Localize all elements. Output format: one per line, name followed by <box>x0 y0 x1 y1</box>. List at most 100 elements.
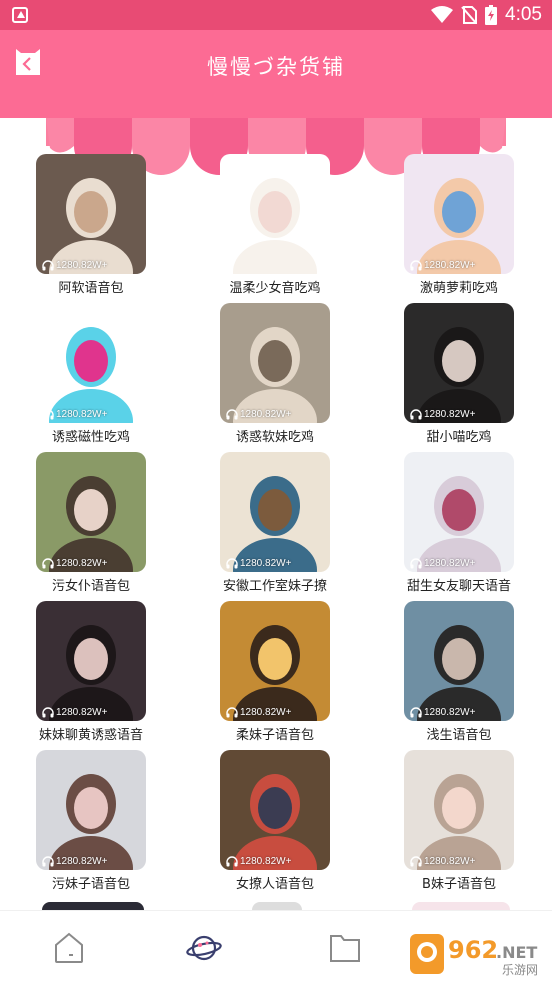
voice-pack-name: 阿软语音包 <box>58 281 124 296</box>
voice-pack-thumbnail[interactable]: 1280.82W+ <box>36 303 146 423</box>
play-count-text: 1280.82W+ <box>56 856 108 867</box>
play-count: 1280.82W+ <box>410 260 475 271</box>
voice-pack-thumbnail[interactable]: 1280.82W+ <box>220 750 330 870</box>
voice-pack-name: 女撩人语音包 <box>235 877 314 892</box>
voice-pack-thumbnail[interactable]: 1280.82W+ <box>404 154 514 274</box>
play-count: 1280.82W+ <box>42 707 107 718</box>
voice-pack-name: 温柔少女音吃鸡 <box>229 281 321 296</box>
play-count: 1280.82W+ <box>226 409 291 420</box>
headphones-icon <box>226 707 238 718</box>
play-count-text: 1280.82W+ <box>240 856 292 867</box>
voice-pack-card[interactable]: 1280.82W+ 污女仆语音包 <box>0 448 150 596</box>
play-count-text: 1280.82W+ <box>424 558 476 569</box>
portrait-placeholder <box>36 154 146 274</box>
voice-pack-card[interactable]: 1280.82W+ 阿软语音包 <box>0 150 150 298</box>
portrait-placeholder <box>36 452 146 572</box>
play-count: 1280.82W+ <box>42 558 107 569</box>
headphones-icon <box>226 558 238 569</box>
voice-pack-thumbnail[interactable]: 1280.82W+ <box>404 750 514 870</box>
play-count-text: 1280.82W+ <box>240 558 292 569</box>
portrait-placeholder <box>220 601 330 721</box>
play-count: 1280.82W+ <box>226 856 291 867</box>
play-count: 1280.82W+ <box>226 707 291 718</box>
portrait-placeholder <box>404 601 514 721</box>
headphones-icon <box>42 558 54 569</box>
no-sim-icon <box>461 6 478 24</box>
voice-pack-card[interactable]: 1280.82W+ B妹子语音包 <box>368 746 518 894</box>
voice-pack-name: B妹子语音包 <box>422 877 496 892</box>
play-count-text: 1280.82W+ <box>240 409 292 420</box>
voice-pack-thumbnail[interactable]: 1280.82W+ <box>36 750 146 870</box>
play-count-text: 1280.82W+ <box>56 707 108 718</box>
voice-pack-thumbnail[interactable] <box>220 154 330 274</box>
portrait-placeholder <box>36 601 146 721</box>
voice-pack-name: 甜小喵吃鸡 <box>426 430 492 445</box>
headphones-icon <box>226 856 238 867</box>
watermark-suffix: .NET <box>496 943 537 962</box>
voice-pack-name: 诱惑软妹吃鸡 <box>235 430 314 445</box>
voice-pack-name: 浅生语音包 <box>426 728 492 743</box>
voice-pack-thumbnail[interactable]: 1280.82W+ <box>404 601 514 721</box>
wifi-icon <box>431 6 454 23</box>
voice-pack-card[interactable]: 1280.82W+ 激萌萝莉吃鸡 <box>368 150 518 298</box>
voice-pack-name: 激萌萝莉吃鸡 <box>419 281 498 296</box>
voice-pack-card[interactable]: 1280.82W+ 甜小喵吃鸡 <box>368 299 518 447</box>
play-count-text: 1280.82W+ <box>424 260 476 271</box>
watermark-subtitle: 乐游网 <box>502 963 538 976</box>
portrait-placeholder <box>404 750 514 870</box>
voice-pack-card[interactable]: 1280.82W+ 安徽工作室妹子撩 <box>184 448 334 596</box>
notification-icon <box>12 7 28 23</box>
voice-pack-card[interactable]: 1280.82W+ 诱惑软妹吃鸡 <box>184 299 334 447</box>
voice-pack-name: 柔妹子语音包 <box>235 728 314 743</box>
play-count: 1280.82W+ <box>226 558 291 569</box>
voice-pack-thumbnail[interactable]: 1280.82W+ <box>220 452 330 572</box>
voice-pack-thumbnail[interactable]: 1280.82W+ <box>36 601 146 721</box>
play-count-text: 1280.82W+ <box>424 409 476 420</box>
folder-icon[interactable] <box>327 930 363 966</box>
watermark-number: 962 <box>448 936 498 964</box>
portrait-placeholder <box>404 154 514 274</box>
voice-pack-card[interactable]: 1280.82W+ 妹妹聊黄诱惑语音 <box>0 597 150 745</box>
portrait-placeholder <box>220 303 330 423</box>
portrait-placeholder <box>220 154 330 274</box>
voice-pack-thumbnail[interactable]: 1280.82W+ <box>36 154 146 274</box>
voice-pack-name: 污女仆语音包 <box>51 579 130 594</box>
headphones-icon <box>42 409 54 420</box>
headphones-icon <box>410 558 422 569</box>
play-count: 1280.82W+ <box>42 260 107 271</box>
voice-pack-card[interactable]: 1280.82W+ 诱惑磁性吃鸡 <box>0 299 150 447</box>
voice-pack-card[interactable]: 温柔少女音吃鸡 <box>184 150 334 298</box>
headphones-icon <box>42 260 54 271</box>
voice-pack-thumbnail[interactable]: 1280.82W+ <box>36 452 146 572</box>
portrait-placeholder <box>404 452 514 572</box>
headphones-icon <box>410 409 422 420</box>
headphones-icon <box>410 707 422 718</box>
voice-pack-card[interactable]: 1280.82W+ 女撩人语音包 <box>184 746 334 894</box>
voice-pack-name: 污妹子语音包 <box>51 877 130 892</box>
portrait-placeholder <box>36 303 146 423</box>
portrait-placeholder <box>220 452 330 572</box>
page-title: 慢慢づ杂货铺 <box>207 55 345 79</box>
voice-pack-thumbnail[interactable]: 1280.82W+ <box>220 303 330 423</box>
play-count-text: 1280.82W+ <box>424 707 476 718</box>
status-bar: 4:05 <box>0 0 552 30</box>
voice-pack-name: 诱惑磁性吃鸡 <box>51 430 130 445</box>
voice-pack-card[interactable]: 1280.82W+ 污妹子语音包 <box>0 746 150 894</box>
voice-pack-thumbnail[interactable]: 1280.82W+ <box>220 601 330 721</box>
headphones-icon <box>410 856 422 867</box>
planet-icon[interactable] <box>186 930 222 966</box>
voice-pack-card[interactable]: 1280.82W+ 柔妹子语音包 <box>184 597 334 745</box>
play-count: 1280.82W+ <box>410 409 475 420</box>
voice-pack-card[interactable]: 1280.82W+ 甜生女友聊天语音 <box>368 448 518 596</box>
voice-pack-thumbnail[interactable]: 1280.82W+ <box>404 452 514 572</box>
home-icon[interactable] <box>51 930 87 966</box>
play-count: 1280.82W+ <box>410 707 475 718</box>
next-row-thumbnail <box>42 902 144 910</box>
voice-pack-thumbnail[interactable]: 1280.82W+ <box>404 303 514 423</box>
headphones-icon <box>410 260 422 271</box>
play-count-text: 1280.82W+ <box>424 856 476 867</box>
headphones-icon <box>42 707 54 718</box>
voice-pack-card[interactable]: 1280.82W+ 浅生语音包 <box>368 597 518 745</box>
play-count: 1280.82W+ <box>410 856 475 867</box>
headphones-icon <box>226 409 238 420</box>
